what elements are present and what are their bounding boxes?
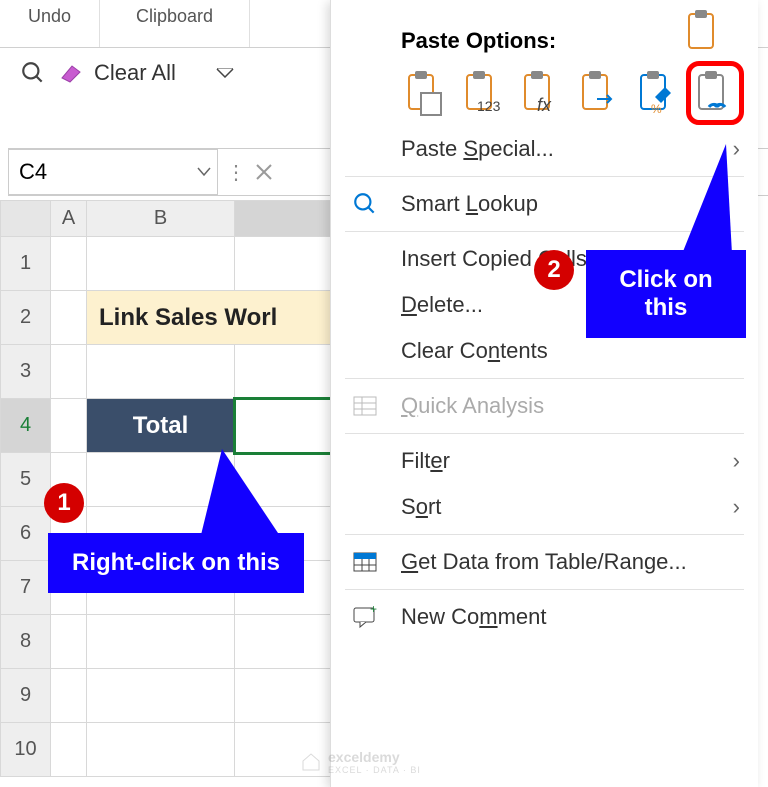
clear-all-label[interactable]: Clear All bbox=[94, 60, 176, 86]
menu-quick-analysis: Quick Analysis bbox=[331, 383, 758, 429]
row-header-8[interactable]: 8 bbox=[1, 615, 51, 669]
menu-filter[interactable]: Filter › bbox=[331, 438, 758, 484]
callout-arrow-icon bbox=[682, 144, 732, 254]
watermark: exceldemy EXCEL · DATA · BI bbox=[300, 749, 421, 775]
menu-sort[interactable]: Sort › bbox=[331, 484, 758, 530]
row-header-5[interactable]: 5 bbox=[1, 453, 51, 507]
clipboard-icon bbox=[683, 8, 723, 56]
paste-option-values[interactable]: 123 bbox=[459, 66, 507, 120]
quick-analysis-icon bbox=[349, 395, 381, 417]
paste-option-all[interactable] bbox=[401, 66, 449, 120]
new-comment-icon: + bbox=[349, 605, 381, 629]
name-box[interactable]: C4 bbox=[8, 149, 218, 195]
clear-all-row: Clear All bbox=[20, 60, 234, 86]
chevron-right-icon: › bbox=[733, 448, 740, 474]
svg-text:fx: fx bbox=[537, 95, 552, 115]
menu-separator bbox=[345, 433, 744, 434]
search-icon[interactable] bbox=[20, 60, 46, 86]
callout-badge-2: 2 bbox=[534, 250, 574, 290]
svg-text:+: + bbox=[370, 605, 377, 616]
name-box-value: C4 bbox=[19, 159, 47, 185]
select-all-corner[interactable] bbox=[1, 201, 51, 237]
row-header-10[interactable]: 10 bbox=[1, 723, 51, 777]
menu-new-comment[interactable]: + New Comment bbox=[331, 594, 758, 640]
paste-option-formatting[interactable]: % bbox=[633, 66, 681, 120]
ribbon-group-clipboard: Clipboard bbox=[100, 0, 250, 47]
row-header-1[interactable]: 1 bbox=[1, 237, 51, 291]
chevron-right-icon: › bbox=[733, 136, 740, 162]
col-header-a[interactable]: A bbox=[51, 201, 87, 237]
ribbon-group-undo: Undo bbox=[0, 0, 100, 47]
menu-separator bbox=[345, 378, 744, 379]
callout-text-2: Click on this bbox=[619, 266, 712, 321]
menu-get-data-table-range[interactable]: Get Data from Table/Range... bbox=[331, 539, 758, 585]
menu-separator bbox=[345, 589, 744, 590]
cell-total-label[interactable]: Total bbox=[87, 399, 235, 453]
col-header-b[interactable]: B bbox=[87, 201, 235, 237]
paste-option-formulas[interactable]: fx bbox=[517, 66, 565, 120]
fx-divider-icon: ⋮ bbox=[226, 160, 246, 185]
eraser-icon[interactable] bbox=[56, 62, 84, 84]
row-header-7[interactable]: 7 bbox=[1, 561, 51, 615]
row-header-4[interactable]: 4 bbox=[1, 399, 51, 453]
paste-option-link[interactable] bbox=[691, 66, 739, 120]
svg-text:%: % bbox=[651, 102, 662, 116]
col-header-c[interactable] bbox=[235, 201, 335, 237]
cancel-x-icon[interactable] bbox=[254, 162, 274, 182]
callout-text-1: Right-click on this bbox=[72, 549, 280, 576]
callout-step-1: 1 Right-click on this bbox=[48, 533, 304, 593]
clear-all-dropdown-icon[interactable] bbox=[186, 68, 234, 78]
watermark-logo-icon bbox=[300, 751, 322, 773]
watermark-brand: exceldemy bbox=[328, 749, 421, 765]
row-header-9[interactable]: 9 bbox=[1, 669, 51, 723]
watermark-tag: EXCEL · DATA · BI bbox=[328, 765, 421, 775]
callout-arrow-icon bbox=[200, 449, 282, 539]
menu-separator bbox=[345, 534, 744, 535]
context-menu: Paste Options: 123 fx % Paste Special...… bbox=[330, 0, 758, 787]
svg-text:123: 123 bbox=[477, 98, 501, 114]
smart-lookup-icon bbox=[349, 191, 381, 217]
row-header-3[interactable]: 3 bbox=[1, 345, 51, 399]
paste-options-row: 123 fx % bbox=[331, 60, 758, 126]
callout-badge-1: 1 bbox=[44, 483, 84, 523]
row-header-6[interactable]: 6 bbox=[1, 507, 51, 561]
cell-c4-selected[interactable] bbox=[235, 399, 335, 453]
callout-step-2: 2 Click on this bbox=[586, 250, 746, 338]
table-icon bbox=[349, 551, 381, 573]
cell-title[interactable]: Link Sales Worl bbox=[87, 291, 335, 345]
fx-buttons: ⋮ bbox=[226, 160, 274, 185]
paste-option-transpose[interactable] bbox=[575, 66, 623, 120]
chevron-down-icon[interactable] bbox=[197, 167, 211, 177]
row-header-2[interactable]: 2 bbox=[1, 291, 51, 345]
chevron-right-icon: › bbox=[733, 494, 740, 520]
